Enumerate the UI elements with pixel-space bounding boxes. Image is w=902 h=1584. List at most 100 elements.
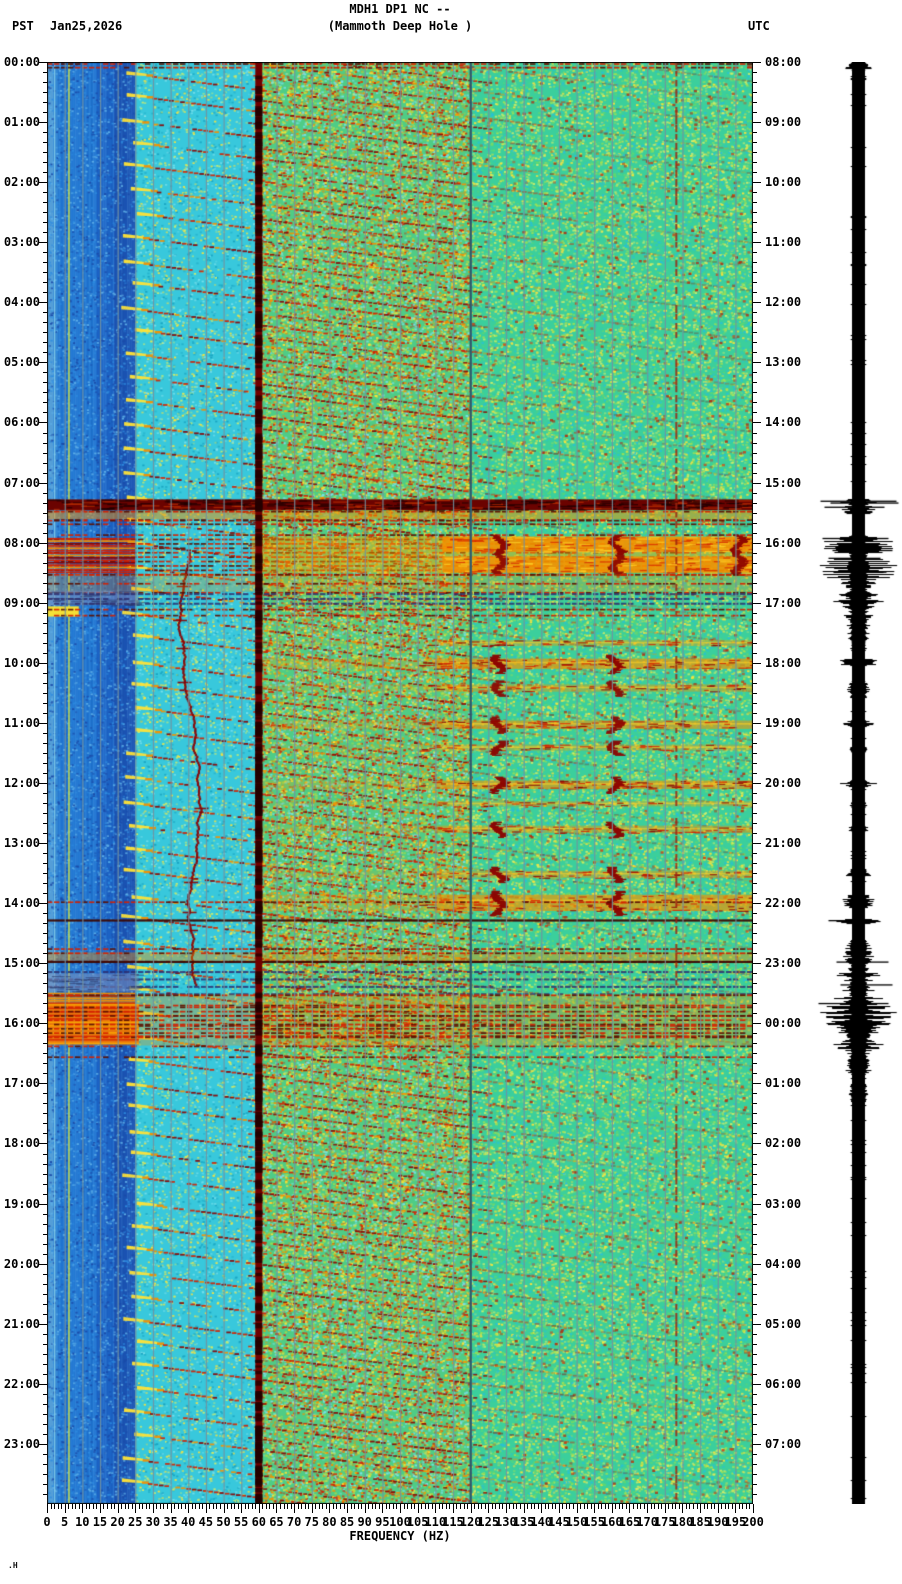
axis-tick <box>753 1183 757 1185</box>
axis-tick <box>452 1504 454 1513</box>
axis-tick <box>636 1504 638 1509</box>
axis-tick <box>43 282 47 284</box>
axis-tick <box>753 132 757 134</box>
axis-tick <box>753 1163 757 1165</box>
axis-tick <box>301 1504 303 1509</box>
axis-tick <box>576 1504 578 1513</box>
axis-tick <box>477 1504 479 1509</box>
axis-tick <box>608 1504 610 1509</box>
freq-tick-label: 200 <box>742 1515 764 1529</box>
axis-tick <box>753 1023 761 1025</box>
axis-tick <box>156 1504 158 1509</box>
axis-tick <box>516 1504 518 1509</box>
axis-tick <box>43 752 47 754</box>
utc-hour-label: 00:00 <box>765 1016 802 1031</box>
axis-tick <box>753 1273 757 1275</box>
axis-tick <box>661 1504 663 1509</box>
axis-tick <box>39 1023 47 1025</box>
spectrogram-image <box>47 62 753 1504</box>
axis-tick <box>753 152 757 154</box>
axis-tick <box>43 572 47 574</box>
axis-tick <box>329 1504 331 1513</box>
axis-tick <box>43 672 47 674</box>
axis-tick <box>753 672 757 674</box>
pst-hour-label: 13:00 <box>3 836 40 851</box>
axis-tick <box>753 782 761 784</box>
axis-tick <box>43 1133 47 1135</box>
axis-tick <box>174 1504 176 1509</box>
axis-tick <box>753 332 757 334</box>
axis-tick <box>57 1504 59 1509</box>
axis-tick <box>375 1504 377 1509</box>
axis-tick <box>590 1504 592 1509</box>
utc-hour-label: 11:00 <box>765 235 802 250</box>
axis-tick <box>43 1013 47 1015</box>
axis-tick <box>311 1504 313 1513</box>
axis-tick <box>283 1504 285 1509</box>
axis-tick <box>336 1504 338 1509</box>
axis-tick <box>131 1504 133 1509</box>
axis-tick <box>121 1504 123 1509</box>
axis-tick <box>753 843 761 845</box>
axis-tick <box>640 1504 642 1509</box>
axis-tick <box>428 1504 430 1509</box>
axis-tick <box>597 1504 599 1509</box>
axis-tick <box>753 362 761 364</box>
axis-tick <box>753 212 757 214</box>
axis-tick <box>43 913 47 915</box>
axis-tick <box>198 1504 200 1509</box>
axis-tick <box>325 1504 327 1509</box>
axis-tick <box>753 312 757 314</box>
axis-tick <box>717 1504 719 1513</box>
axis-tick <box>322 1504 324 1509</box>
axis-tick <box>361 1504 363 1509</box>
axis-tick <box>43 1063 47 1065</box>
axis-tick <box>43 502 47 504</box>
axis-tick <box>534 1504 536 1509</box>
axis-tick <box>753 823 757 825</box>
axis-tick <box>400 1504 401 1513</box>
pst-hour-label: 16:00 <box>3 1016 40 1031</box>
axis-tick <box>43 1163 47 1165</box>
axis-tick <box>43 532 47 534</box>
axis-tick <box>145 1504 147 1509</box>
axis-tick <box>75 1504 77 1509</box>
axis-tick <box>43 272 47 274</box>
axis-tick <box>223 1504 225 1513</box>
axis-tick <box>753 1373 757 1375</box>
axis-tick <box>234 1504 236 1509</box>
axis-tick <box>753 222 757 224</box>
axis-tick <box>68 1504 70 1509</box>
axis-tick <box>724 1504 726 1509</box>
axis-tick <box>594 1504 596 1513</box>
axis-tick <box>753 1383 761 1385</box>
date-label: Jan25,2026 <box>50 19 123 33</box>
axis-tick <box>753 1333 757 1335</box>
axis-tick <box>276 1504 278 1513</box>
axis-tick <box>43 512 47 514</box>
axis-tick <box>474 1504 476 1509</box>
axis-tick <box>753 532 757 534</box>
axis-tick <box>421 1504 423 1509</box>
axis-tick <box>753 492 757 494</box>
axis-tick <box>43 1113 47 1115</box>
axis-tick <box>39 242 47 244</box>
axis-tick <box>685 1504 687 1509</box>
utc-hour-label: 17:00 <box>765 595 802 610</box>
axis-tick <box>43 712 47 714</box>
axis-tick <box>410 1504 412 1509</box>
axis-tick <box>657 1504 659 1509</box>
axis-tick <box>753 1233 757 1235</box>
axis-tick <box>753 572 757 574</box>
axis-tick <box>753 1443 761 1445</box>
axis-tick <box>753 1113 757 1115</box>
axis-tick <box>541 1504 543 1513</box>
axis-tick <box>753 182 761 184</box>
axis-tick <box>385 1504 387 1509</box>
axis-tick <box>43 612 47 614</box>
axis-tick <box>527 1504 529 1509</box>
axis-tick <box>512 1504 514 1509</box>
axis-tick <box>544 1504 546 1509</box>
axis-tick <box>753 662 761 664</box>
axis-tick <box>43 472 47 474</box>
